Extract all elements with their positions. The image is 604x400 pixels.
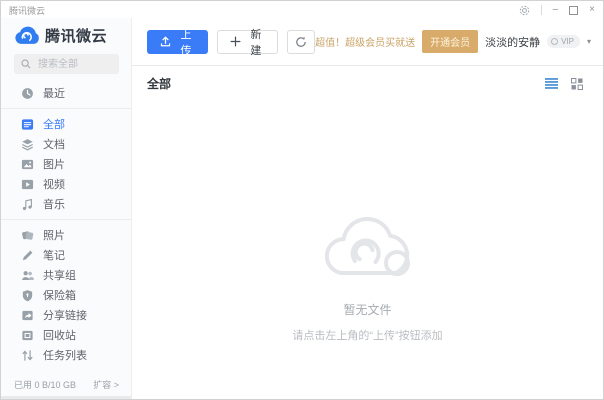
safebox-icon <box>21 289 34 302</box>
search-icon <box>21 59 31 69</box>
expand-storage-link[interactable]: 扩容 > <box>93 378 119 391</box>
nav-divider <box>1 108 131 109</box>
sidebar-nav: 最近 全部 文档 图片 视频 音乐 照片 笔记 共享组 保险箱 分享链接 回收站… <box>1 81 131 375</box>
storage-progress-bar <box>1 396 131 399</box>
sidebar-item-pictures[interactable]: 图片 <box>1 154 131 174</box>
sidebar-item-label: 全部 <box>43 119 65 131</box>
sidebar-item-label: 图片 <box>43 159 65 171</box>
sidebar-item-label: 共享组 <box>43 270 76 282</box>
sidebar-item-all[interactable]: 全部 <box>1 114 131 134</box>
storage-used-label: 已用 0 B/10 GB <box>14 379 77 390</box>
open-vip-button[interactable]: 开通会员 <box>422 30 479 53</box>
sidebar-item-label: 音乐 <box>43 199 65 211</box>
recycle-bin-icon <box>21 329 34 342</box>
share-link-icon <box>21 309 34 322</box>
list-view-icon[interactable] <box>545 78 558 89</box>
app-logo: 腾讯微云 <box>1 18 131 51</box>
sidebar-item-label: 视频 <box>43 179 65 191</box>
sidebar-item-label: 分享链接 <box>43 310 87 322</box>
plus-icon <box>230 36 241 47</box>
storage-section: 已用 0 B/10 GB 扩容 > <box>1 375 131 399</box>
main-content: 上传 新建 超值！超级会员买就送 开通会员 淡淡的安静 VIP ▾ 全部 暂无文… <box>132 18 603 399</box>
sidebar-item-recent[interactable]: 最近 <box>1 83 131 103</box>
grid-view-icon[interactable] <box>571 77 583 90</box>
upload-button-label: 上传 <box>180 28 192 57</box>
vip-promo-text: 超值！超级会员买就送 <box>315 38 416 49</box>
chevron-down-icon[interactable]: ▾ <box>587 37 591 46</box>
sidebar-item-videos[interactable]: 视频 <box>1 174 131 194</box>
photos-icon <box>21 229 34 242</box>
sidebar-item-label: 最近 <box>43 88 65 100</box>
maximize-button[interactable] <box>569 5 579 15</box>
window-title: 腾讯微云 <box>9 5 46 16</box>
page-title: 全部 <box>147 77 172 91</box>
sidebar-item-label: 保险箱 <box>43 290 76 302</box>
sidebar-item-photos[interactable]: 照片 <box>1 225 131 245</box>
new-button-label: 新建 <box>250 28 262 57</box>
sidebar-item-notes[interactable]: 笔记 <box>1 245 131 265</box>
vip-badge[interactable]: VIP <box>547 35 580 48</box>
toolbar: 上传 新建 超值！超级会员买就送 开通会员 淡淡的安静 VIP ▾ <box>132 18 603 66</box>
list-header: 全部 <box>132 66 603 99</box>
sidebar: 腾讯微云 最近 <box>1 18 132 399</box>
pictures-icon <box>21 158 34 171</box>
weiyun-window: 腾讯微云 – × 腾讯微云 搜索全部 最近 全部 文档 图片 视频 音乐 照片 … <box>0 0 604 400</box>
sidebar-item-safebox[interactable]: 保险箱 <box>1 285 131 305</box>
empty-cloud-icon <box>312 203 424 285</box>
search-input[interactable] <box>36 57 110 71</box>
sidebar-item-label: 回收站 <box>43 330 76 342</box>
window-controls: – × <box>519 5 595 16</box>
upload-button[interactable]: 上传 <box>147 29 208 57</box>
sidebar-item-label: 任务列表 <box>43 350 87 362</box>
titlebar-separator <box>540 5 542 15</box>
sidebar-item-documents[interactable]: 文档 <box>1 134 131 154</box>
sidebar-item-shared-group[interactable]: 共享组 <box>1 265 131 285</box>
videos-icon <box>21 178 34 191</box>
clock-icon <box>21 87 34 100</box>
close-button[interactable]: × <box>589 5 595 15</box>
minimize-button[interactable]: – <box>553 5 559 15</box>
app-body: 腾讯微云 最近 <box>1 18 603 399</box>
empty-title: 暂无文件 <box>343 303 392 317</box>
empty-state: 暂无文件 请点击左上角的“上传”按钮添加 <box>132 99 603 399</box>
maximize-icon <box>569 5 579 15</box>
logo-text: 腾讯微云 <box>45 28 108 45</box>
sidebar-item-task-list[interactable]: 任务列表 <box>1 345 131 365</box>
task-list-icon <box>21 349 34 362</box>
sidebar-item-recycle-bin[interactable]: 回收站 <box>1 325 131 345</box>
search-box[interactable] <box>14 54 119 74</box>
empty-hint: 请点击左上角的“上传”按钮添加 <box>292 330 443 342</box>
sidebar-item-share-links[interactable]: 分享链接 <box>1 305 131 325</box>
vip-badge-label: VIP <box>561 37 574 46</box>
titlebar: 腾讯微云 – × <box>1 1 603 18</box>
view-toggles <box>545 77 583 90</box>
sidebar-item-label: 文档 <box>43 139 65 151</box>
refresh-icon <box>295 36 307 48</box>
sidebar-item-music[interactable]: 音乐 <box>1 194 131 214</box>
sidebar-item-label: 照片 <box>43 230 65 242</box>
vip-dot-icon <box>551 38 559 45</box>
username[interactable]: 淡淡的安静 <box>485 34 540 50</box>
music-icon <box>21 198 34 211</box>
sidebar-item-label: 笔记 <box>43 250 65 262</box>
refresh-button[interactable] <box>286 29 316 54</box>
notes-icon <box>21 249 34 262</box>
gear-icon[interactable] <box>519 5 530 16</box>
toolbar-right: 超值！超级会员买就送 开通会员 淡淡的安静 VIP ▾ <box>315 30 591 53</box>
shared-group-icon <box>21 269 34 282</box>
cloud-logo-icon <box>14 26 39 45</box>
all-files-icon <box>21 118 34 131</box>
documents-icon <box>21 138 34 151</box>
nav-divider <box>1 219 131 220</box>
upload-icon <box>160 36 171 47</box>
new-button[interactable]: 新建 <box>216 29 278 57</box>
